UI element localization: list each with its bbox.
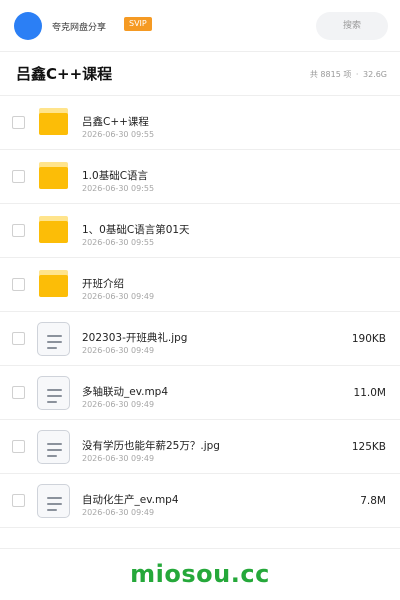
list-item[interactable]: 1.0基础C语言 2026-06-30 09:55 xyxy=(0,150,400,204)
file-name[interactable]: 没有学历也能年薪25万？.jpg xyxy=(82,438,220,453)
file-date: 2026-06-30 09:49 xyxy=(82,454,155,463)
list-item[interactable]: 吕鑫C++课程 2026-06-30 09:55 xyxy=(0,96,400,150)
file-date: 2026-06-30 09:55 xyxy=(82,184,155,193)
file-icon xyxy=(37,376,70,410)
folder-icon xyxy=(39,216,68,243)
select-checkbox[interactable] xyxy=(12,386,25,399)
list-item[interactable]: 开班介绍 2026-06-30 09:49 xyxy=(0,258,400,312)
share-owner-name: 夸克网盘分享 xyxy=(52,23,107,33)
file-list: 吕鑫C++课程 2026-06-30 09:55 1.0基础C语言 2026-06-3… xyxy=(0,96,400,528)
search-input[interactable]: 搜索 xyxy=(316,12,388,40)
file-icon xyxy=(37,484,70,518)
select-checkbox[interactable] xyxy=(12,170,25,183)
file-date: 2026-06-30 09:49 xyxy=(82,292,155,301)
select-checkbox[interactable] xyxy=(12,494,25,507)
file-name[interactable]: 吕鑫C++课程 xyxy=(82,114,149,129)
file-date: 2026-06-30 09:49 xyxy=(82,346,155,355)
list-item[interactable]: 多轴联动_ev.mp4 2026-06-30 09:49 11.0M xyxy=(0,366,400,420)
file-name[interactable]: 202303-开班典礼.jpg xyxy=(82,330,187,345)
file-date: 2026-06-30 09:55 xyxy=(82,130,155,139)
file-name[interactable]: 1.0基础C语言 xyxy=(82,168,148,183)
file-size: 7.8M xyxy=(360,495,386,507)
file-size: 125KB xyxy=(351,441,386,453)
list-item[interactable]: 1、0基础C语言第01天 2026-06-30 09:55 xyxy=(0,204,400,258)
list-item[interactable]: 没有学历也能年薪25万？.jpg 2026-06-30 09:49 125KB xyxy=(0,420,400,474)
file-name[interactable]: 开班介绍 xyxy=(82,276,124,291)
list-item[interactable]: 202303-开班典礼.jpg 2026-06-30 09:49 190KB xyxy=(0,312,400,366)
folder-summary: 共 8815 项 · 32.6G xyxy=(310,69,387,80)
file-name[interactable]: 多轴联动_ev.mp4 xyxy=(82,384,168,399)
item-count: 共 8815 项 xyxy=(309,70,352,79)
summary-separator: · xyxy=(355,70,359,79)
file-icon xyxy=(37,322,70,356)
select-checkbox[interactable] xyxy=(12,278,25,291)
folder-icon xyxy=(39,108,68,135)
watermark: miosou.cc xyxy=(130,560,270,588)
file-icon xyxy=(37,430,70,464)
select-checkbox[interactable] xyxy=(12,440,25,453)
file-date: 2026-06-30 09:49 xyxy=(82,400,155,409)
total-size: 32.6G xyxy=(362,70,387,79)
top-bar: 夸克网盘分享 SVIP 搜索 xyxy=(0,0,400,52)
svip-badge: SVIP xyxy=(124,17,152,31)
page-title: 吕鑫C++课程 xyxy=(16,65,113,83)
avatar[interactable] xyxy=(14,12,42,40)
file-name[interactable]: 1、0基础C语言第01天 xyxy=(82,222,190,237)
divider xyxy=(0,548,400,549)
file-size: 190KB xyxy=(351,333,386,345)
file-date: 2026-06-30 09:49 xyxy=(82,508,155,517)
file-date: 2026-06-30 09:55 xyxy=(82,238,155,247)
select-checkbox[interactable] xyxy=(12,332,25,345)
list-item[interactable]: 自动化生产_ev.mp4 2026-06-30 09:49 7.8M xyxy=(0,474,400,528)
select-checkbox[interactable] xyxy=(12,116,25,129)
select-checkbox[interactable] xyxy=(12,224,25,237)
folder-icon xyxy=(39,270,68,297)
folder-icon xyxy=(39,162,68,189)
file-size: 11.0M xyxy=(353,387,386,399)
file-name[interactable]: 自动化生产_ev.mp4 xyxy=(82,492,179,507)
